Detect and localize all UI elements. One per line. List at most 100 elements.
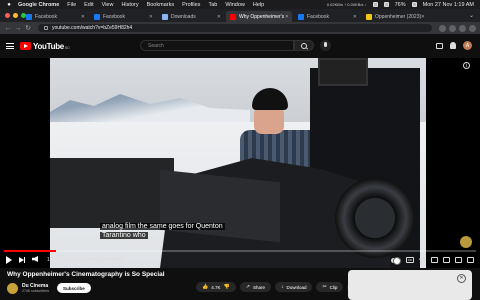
video-info: Why Oppenheimer's Cinematography is So S…: [0, 268, 480, 300]
youtube-play-icon: [20, 42, 31, 50]
control-center-icon[interactable]: [411, 2, 417, 7]
voice-search-icon[interactable]: [320, 40, 331, 51]
search-input[interactable]: Search: [140, 40, 294, 51]
tab-facebook-3[interactable]: Facebook ✕: [294, 11, 360, 22]
menu-kebab-icon[interactable]: [469, 24, 476, 32]
channel-row: Du Cinema 274K subscribers Subscribe: [7, 281, 91, 295]
miniplayer-icon[interactable]: [431, 257, 438, 263]
menu-profiles[interactable]: Profiles: [182, 2, 200, 8]
play-button[interactable]: [6, 256, 14, 264]
subtitles-icon[interactable]: CC: [406, 257, 414, 263]
clip-label: Clip: [329, 284, 338, 290]
player-right-controls: CC: [391, 256, 474, 265]
notifications-bell-icon[interactable]: [450, 42, 456, 49]
close-icon[interactable]: ✕: [217, 14, 221, 20]
share-icon: ↗: [245, 284, 250, 290]
subscribe-button[interactable]: Subscribe: [57, 283, 91, 293]
menu-view[interactable]: View: [102, 2, 114, 8]
clock[interactable]: Mon 27 Nov 1:19 AM: [423, 2, 474, 8]
extension-icon[interactable]: [449, 24, 456, 32]
share-button[interactable]: ↗ Share: [239, 282, 271, 292]
tab-facebook-1[interactable]: Facebook ✕: [22, 11, 88, 22]
reload-icon[interactable]: ↻: [24, 24, 32, 32]
facebook-icon: [94, 13, 100, 20]
chapter-title[interactable]: • Is analog film dead?: [75, 257, 123, 263]
cast-icon[interactable]: [455, 257, 462, 263]
tab-title: Facebook: [103, 13, 125, 20]
imdb-icon: [366, 13, 372, 20]
close-window-button[interactable]: [5, 13, 10, 18]
scissors-icon: ✂: [322, 284, 327, 290]
share-label: Share: [252, 284, 265, 290]
channel-watermark-icon[interactable]: [460, 236, 472, 248]
url-text[interactable]: youtube.com/watch?v=bZe59H82h4: [52, 25, 132, 31]
mute-button[interactable]: [32, 256, 40, 264]
menu-edit[interactable]: Edit: [84, 2, 93, 8]
channel-meta: Du Cinema 274K subscribers: [22, 283, 49, 293]
tab-youtube-video[interactable]: Why Oppenheimer's ✕: [226, 11, 292, 22]
download-button[interactable]: ↓ Download: [274, 282, 313, 292]
tab-facebook-2[interactable]: Facebook ✕: [90, 11, 156, 22]
hamburger-menu-icon[interactable]: [6, 43, 14, 49]
minimize-window-button[interactable]: [13, 13, 18, 18]
thumbs-up-icon: 👍: [202, 284, 209, 290]
extension-icon[interactable]: [439, 24, 446, 32]
apple-icon[interactable]: ●: [6, 2, 12, 8]
theater-mode-icon[interactable]: [443, 257, 450, 263]
facebook-icon: [298, 13, 304, 20]
close-icon[interactable]: ✕: [149, 14, 153, 20]
progress-fill: [4, 250, 56, 252]
menu-history[interactable]: History: [121, 2, 138, 8]
network-speed: 0.02KB/s ↑ 0.00KB/s ↓: [326, 2, 367, 7]
channel-avatar[interactable]: [7, 282, 18, 294]
video-player[interactable]: analog film the same goes for Quenton Ta…: [0, 58, 480, 268]
clip-button[interactable]: ✂ Clip: [316, 282, 344, 292]
menubar-status-area: 0.02KB/s ↑ 0.00KB/s ↓ 76% Mon 27 Nov 1:1…: [327, 2, 474, 8]
address-bar[interactable]: youtube.com/watch?v=bZe59H82h4: [38, 24, 432, 32]
tab-title: Oppenheimer (2023): [375, 13, 422, 20]
video-title: Why Oppenheimer's Cinematography is So S…: [7, 271, 165, 278]
forward-icon[interactable]: →: [14, 25, 22, 32]
close-icon[interactable]: ✕: [285, 14, 289, 20]
menu-help[interactable]: Help: [253, 2, 264, 8]
macos-menubar: ● Google Chrome File Edit View History B…: [0, 0, 480, 9]
close-icon[interactable]: ✕: [353, 14, 357, 20]
menu-app-name[interactable]: Google Chrome: [18, 2, 59, 8]
menu-file[interactable]: File: [67, 2, 76, 8]
tab-title: Facebook: [307, 13, 329, 20]
wifi-icon[interactable]: [383, 2, 389, 7]
tab-imdb[interactable]: Oppenheimer (2023) ✕: [362, 11, 428, 22]
recommended-card[interactable]: ✕: [348, 270, 472, 300]
info-icon[interactable]: i: [463, 62, 470, 69]
profile-icon[interactable]: [459, 24, 466, 32]
close-icon[interactable]: ✕: [81, 14, 85, 20]
next-video-icon[interactable]: [19, 256, 27, 264]
youtube-logo[interactable]: YouTube BD: [20, 42, 70, 51]
tab-downloads[interactable]: Downloads ✕: [158, 11, 224, 22]
close-icon[interactable]: ✕: [457, 274, 466, 283]
autoplay-toggle[interactable]: [391, 256, 401, 265]
camera-monitor: [318, 58, 368, 86]
account-avatar[interactable]: A: [463, 41, 472, 50]
progress-bar[interactable]: [4, 250, 476, 252]
close-icon[interactable]: ✕: [421, 14, 425, 20]
like-button[interactable]: 👍 4.7K 👎: [196, 282, 236, 292]
battery-percent[interactable]: 76%: [395, 2, 406, 8]
settings-gear-icon[interactable]: [419, 256, 426, 264]
back-icon[interactable]: ←: [4, 25, 12, 32]
facebook-icon: [26, 13, 32, 20]
dropbox-icon[interactable]: [372, 2, 378, 7]
lock-icon[interactable]: [44, 26, 48, 30]
caption-line-2: Tarantino who: [100, 232, 148, 239]
menu-tab[interactable]: Tab: [208, 2, 217, 8]
search-button[interactable]: [294, 40, 314, 51]
youtube-header: YouTube BD Search A: [0, 34, 480, 58]
thumbs-down-icon[interactable]: 👎: [224, 284, 230, 290]
menu-window[interactable]: Window: [225, 2, 245, 8]
menu-bookmarks[interactable]: Bookmarks: [147, 2, 175, 8]
download-icon: ↓: [280, 284, 284, 290]
fullscreen-icon[interactable]: [467, 257, 474, 263]
tab-search-chevron-icon[interactable]: ⌄: [469, 12, 474, 19]
like-count: 4.7K: [211, 284, 221, 290]
create-video-icon[interactable]: [436, 42, 443, 49]
